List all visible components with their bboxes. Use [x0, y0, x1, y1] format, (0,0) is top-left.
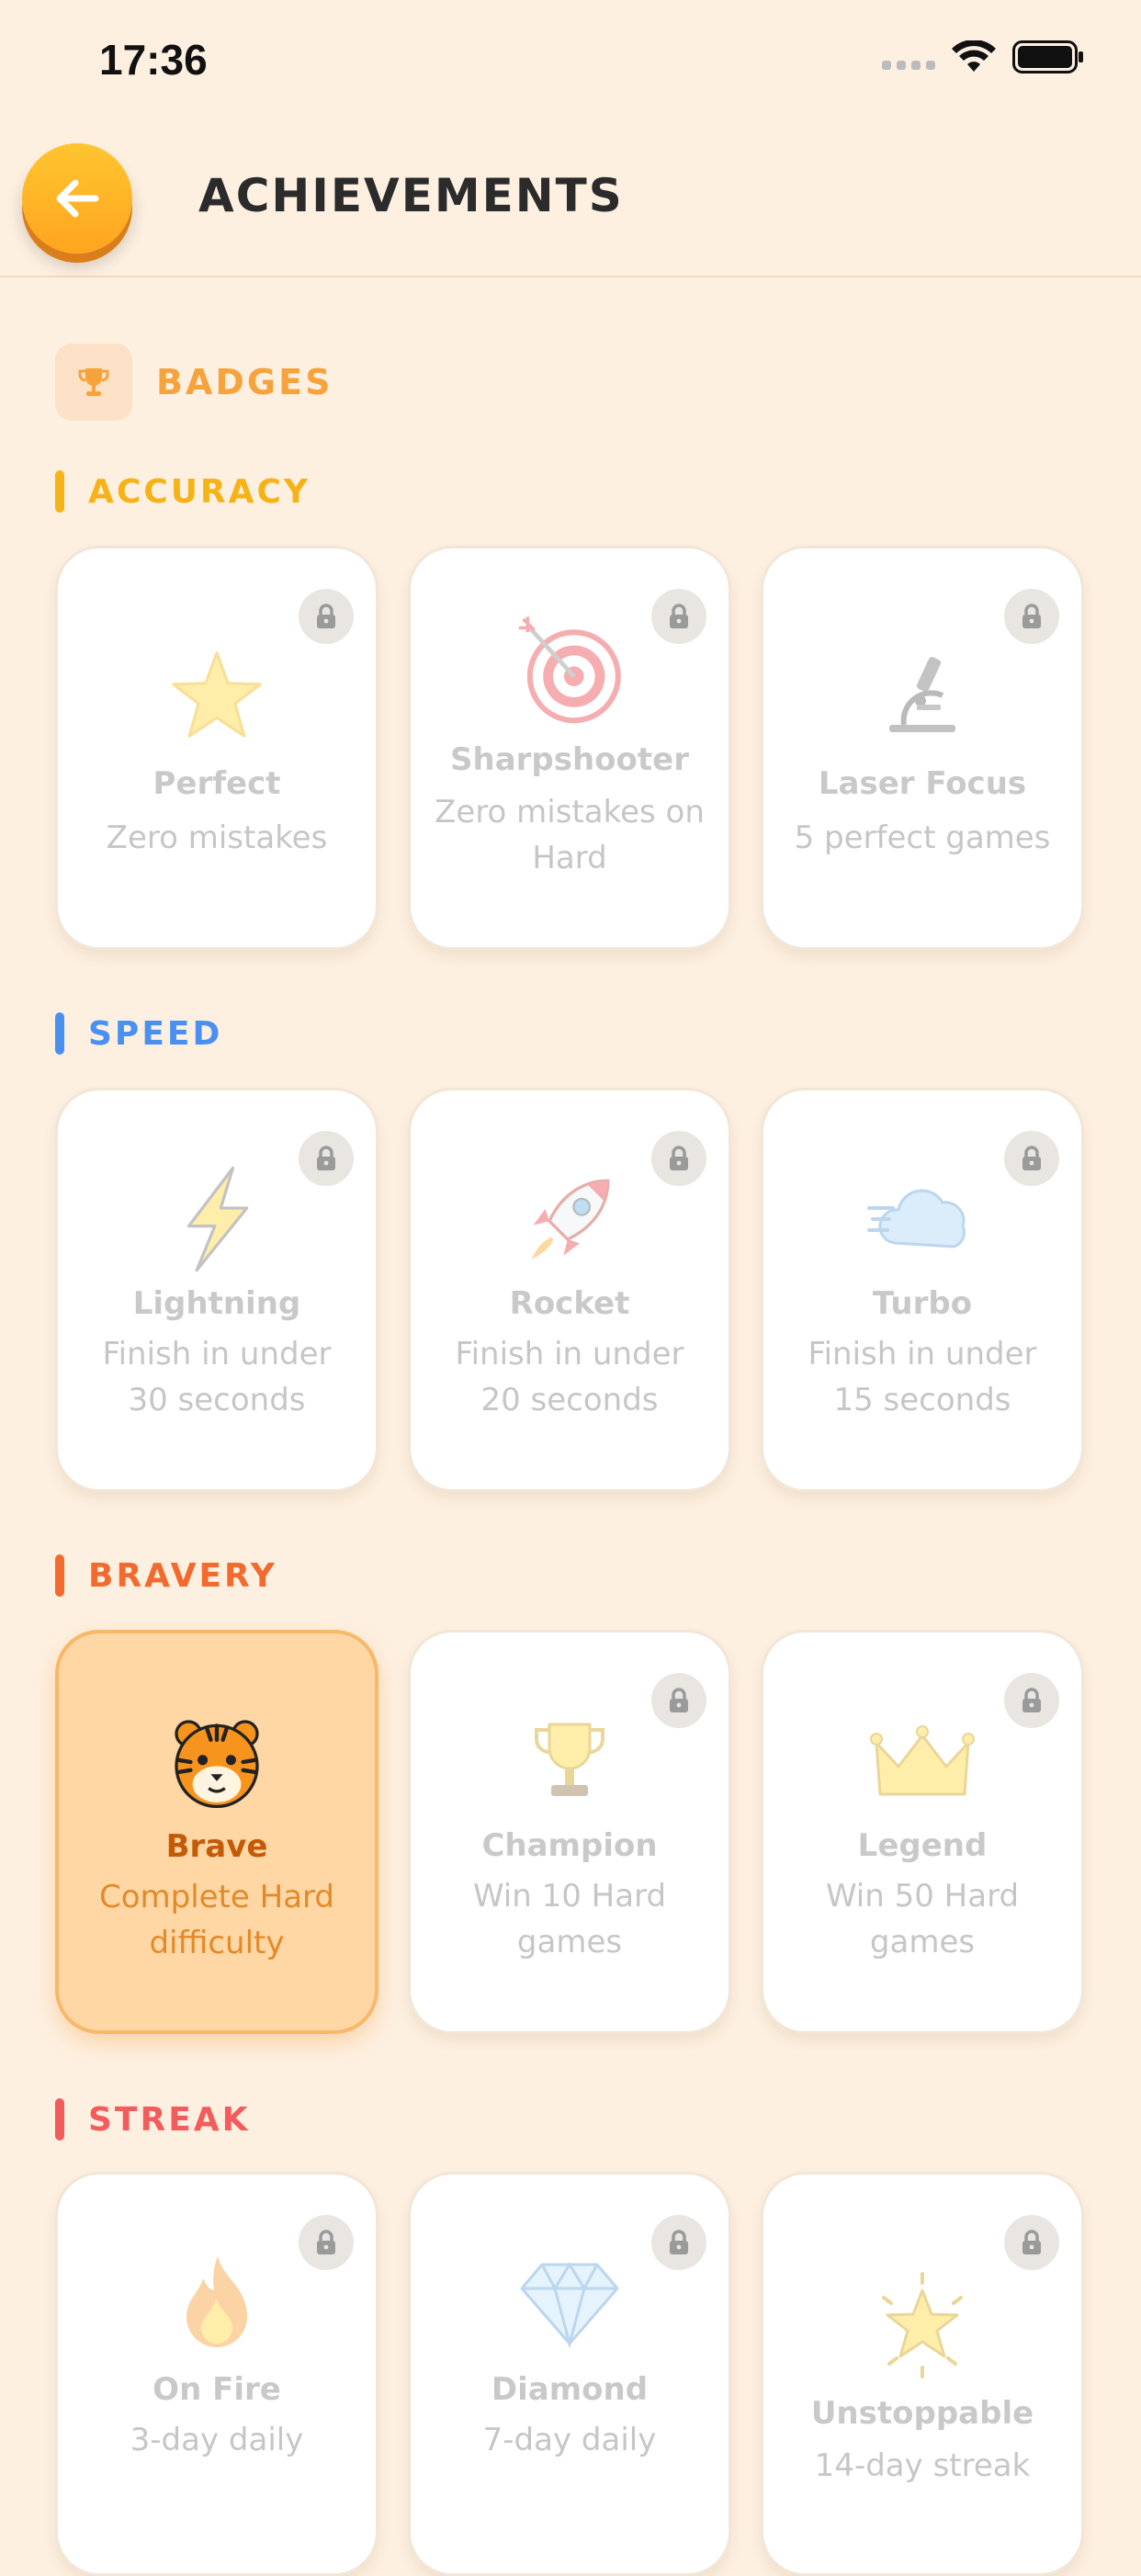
badge-card-perfect[interactable]: Perfect Zero mistakes: [55, 546, 378, 950]
badge-card-brave[interactable]: Brave Complete Hard difficulty: [55, 1630, 378, 2034]
status-time: 17:36: [99, 36, 208, 84]
badge-name: Perfect: [153, 765, 281, 802]
badge-name: Diamond: [491, 2371, 649, 2408]
category-label: SPEED: [88, 1014, 223, 1053]
status-bar: 17:36: [0, 0, 1141, 129]
badge-description: Complete Hard difficulty: [98, 1879, 335, 1961]
category-accuracy: ACCURACY: [55, 470, 311, 513]
back-button[interactable]: [22, 143, 132, 254]
glowing-star-icon: [763, 2270, 1081, 2380]
arrow-left-icon: [56, 179, 99, 218]
category-label: BRAVERY: [88, 1556, 277, 1595]
badge-card-rocket[interactable]: Rocket Finish in under 20 seconds: [408, 1088, 731, 1492]
badge-card-unstoppable[interactable]: Unstoppable 14-day streak: [761, 2172, 1084, 2576]
badge-description: 3-day daily: [130, 2422, 304, 2458]
badge-name: Brave: [165, 1828, 268, 1865]
battery-icon: [1012, 40, 1083, 73]
category-bravery: BRAVERY: [55, 1554, 277, 1597]
badge-description: Finish in under 30 seconds: [102, 1336, 332, 1418]
tiger-icon: [59, 1707, 375, 1817]
badge-description: 5 perfect games: [794, 819, 1051, 856]
wifi-icon: [952, 40, 996, 72]
category-accent-bar: [55, 2098, 64, 2141]
badge-card-turbo[interactable]: Turbo Finish in under 15 seconds: [761, 1088, 1084, 1492]
status-icons: [882, 40, 1084, 73]
section-title: BADGES: [156, 362, 333, 402]
header: ACHIEVEMENTS: [0, 129, 1141, 277]
badge-description: Win 10 Hard games: [472, 1878, 667, 1960]
trophy-icon: [55, 344, 132, 421]
lock-icon: [1004, 2215, 1059, 2270]
trophy-icon: [411, 1706, 729, 1816]
category-accent-bar: [55, 1012, 64, 1055]
badge-description: Finish in under 20 seconds: [455, 1336, 684, 1418]
page-title: ACHIEVEMENTS: [198, 169, 624, 222]
badge-description: 14-day streak: [814, 2447, 1031, 2484]
badge-name: Rocket: [509, 1285, 630, 1322]
star-icon: [58, 640, 376, 751]
badge-card-sharpshooter[interactable]: Sharpshooter Zero mistakes on Hard: [408, 546, 731, 950]
lock-icon: [299, 589, 354, 644]
cellular-signal-icon: [882, 44, 935, 70]
wind-cloud-icon: [763, 1164, 1081, 1274]
badge-description: 7-day daily: [482, 2422, 657, 2458]
category-label: STREAK: [88, 2100, 251, 2139]
badge-name: Laser Focus: [818, 765, 1027, 802]
badge-description: Win 50 Hard games: [825, 1878, 1020, 1960]
badge-card-legend[interactable]: Legend Win 50 Hard games: [761, 1630, 1084, 2034]
category-accent-bar: [55, 470, 64, 513]
microscope-icon: [763, 640, 1081, 751]
badge-card-laser-focus[interactable]: Laser Focus 5 perfect games: [761, 546, 1084, 950]
badge-name: On Fire: [153, 2371, 281, 2408]
badge-card-lightning[interactable]: Lightning Finish in under 30 seconds: [55, 1088, 378, 1492]
badge-card-diamond[interactable]: Diamond 7-day daily: [408, 2172, 731, 2576]
lightning-icon: [58, 1164, 376, 1274]
badges-section-header: BADGES: [55, 344, 333, 421]
category-streak: STREAK: [55, 2098, 251, 2141]
category-speed: SPEED: [55, 1012, 222, 1055]
category-label: ACCURACY: [88, 472, 311, 511]
badge-name: Unstoppable: [810, 2395, 1034, 2432]
badge-name: Sharpshooter: [450, 741, 689, 778]
badge-name: Legend: [857, 1827, 988, 1864]
rocket-icon: [411, 1164, 729, 1274]
badge-description: Zero mistakes: [106, 819, 328, 856]
badge-name: Turbo: [872, 1285, 973, 1322]
category-accent-bar: [55, 1554, 64, 1597]
lock-icon: [1004, 589, 1059, 644]
badge-name: Champion: [481, 1827, 658, 1864]
badge-card-champion[interactable]: Champion Win 10 Hard games: [408, 1630, 731, 2034]
badge-description: Finish in under 15 seconds: [808, 1336, 1037, 1418]
fire-icon: [58, 2248, 376, 2358]
badge-description: Zero mistakes on Hard: [435, 794, 705, 876]
badge-card-on-fire[interactable]: On Fire 3-day daily: [55, 2172, 378, 2576]
badge-name: Lightning: [132, 1285, 301, 1322]
diamond-icon: [411, 2248, 729, 2358]
crown-icon: [763, 1706, 1081, 1816]
target-icon: [411, 615, 729, 725]
